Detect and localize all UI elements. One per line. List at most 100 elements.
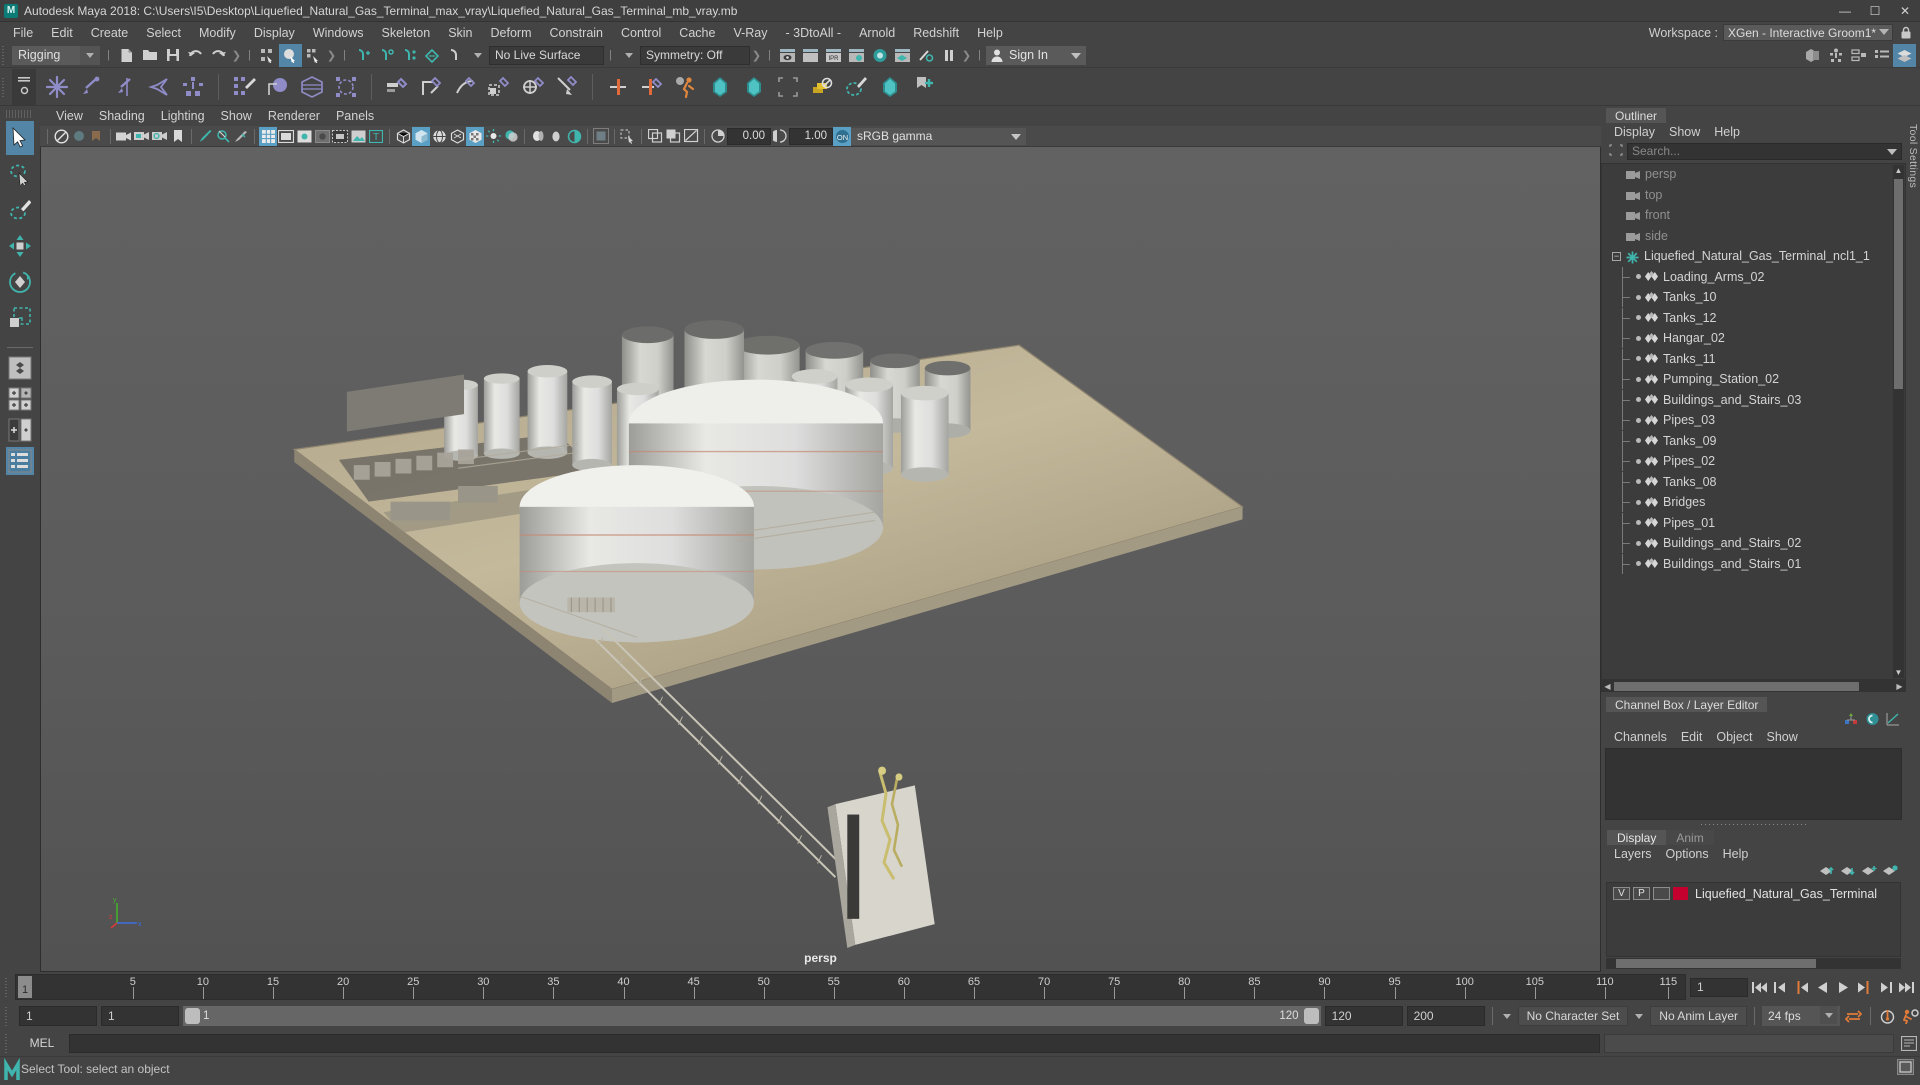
outliner-hscroll-thumb[interactable]: [1614, 682, 1859, 691]
shelf-tab-options[interactable]: [12, 68, 36, 105]
layer-horizontal-scrollbar[interactable]: [1606, 958, 1901, 969]
sign-in-button[interactable]: Sign In: [986, 45, 1086, 65]
shelf-create-deformer3-button[interactable]: [873, 70, 907, 104]
gamma-reset-icon[interactable]: [771, 127, 789, 146]
render-setup-button[interactable]: [914, 44, 937, 67]
layer-color-swatch[interactable]: [1673, 887, 1688, 900]
outliner-item-child[interactable]: Tanks_12: [1602, 307, 1905, 329]
outliner-item-child[interactable]: Pipes_01: [1602, 512, 1905, 534]
menu-set-dropdown[interactable]: Rigging: [12, 45, 100, 65]
scroll-left-arrow-icon[interactable]: ◀: [1602, 681, 1613, 691]
select-tool-button[interactable]: [6, 121, 34, 155]
auto-keyframe-toggle-icon[interactable]: [1878, 1005, 1897, 1027]
new-scene-button[interactable]: [115, 44, 138, 67]
shelf-paint-weights-button[interactable]: [839, 70, 873, 104]
shelf-selection-set-button[interactable]: [771, 70, 805, 104]
graph-editor-icon[interactable]: [1886, 712, 1900, 729]
shelf-create-joint-button[interactable]: [40, 70, 74, 104]
display-layer-list[interactable]: V P Liquefied_Natural_Gas_Terminal: [1606, 882, 1901, 957]
motion-blur-icon[interactable]: [547, 127, 565, 146]
lock-icon[interactable]: [1898, 24, 1914, 41]
exposure-reset-icon[interactable]: [709, 127, 727, 146]
create-empty-layer-icon[interactable]: [1861, 864, 1877, 880]
shelf-ik-spline-handle-button[interactable]: [108, 70, 142, 104]
ipr-render-button[interactable]: IPR: [822, 44, 845, 67]
move-tool-button[interactable]: [6, 229, 34, 263]
channelbox-menu-show[interactable]: Show: [1760, 729, 1805, 745]
ao-icon[interactable]: [529, 127, 547, 146]
layer-hscroll-thumb[interactable]: [1616, 959, 1816, 968]
save-scene-button[interactable]: [161, 44, 184, 67]
shelf-pole-vector-constraint-button[interactable]: [550, 70, 584, 104]
channelbox-attributes-area[interactable]: [1605, 748, 1902, 820]
range-slider-bar[interactable]: 1 120: [183, 1006, 1321, 1026]
command-output-field[interactable]: [1604, 1033, 1894, 1053]
film-gate-icon[interactable]: [277, 127, 295, 146]
render-settings-button[interactable]: [845, 44, 868, 67]
animation-preferences-icon[interactable]: [1901, 1005, 1920, 1027]
rotate-tool-button[interactable]: [6, 265, 34, 299]
layer-display-type-toggle[interactable]: [1653, 887, 1670, 900]
render-sequence-button[interactable]: [891, 44, 914, 67]
textured-shading-icon[interactable]: [466, 126, 484, 146]
go-to-start-button[interactable]: [1750, 976, 1769, 998]
perspective-viewport[interactable]: y x z persp: [40, 147, 1601, 972]
select-by-component-button[interactable]: [302, 44, 325, 67]
lasso-tool-button[interactable]: [6, 157, 34, 191]
command-input[interactable]: [69, 1033, 1600, 1053]
outliner-menu-show[interactable]: Show: [1662, 124, 1707, 140]
range-right-handle[interactable]: [1303, 1008, 1319, 1024]
show-hide-modeling-toolkit-icon[interactable]: [1801, 44, 1824, 67]
menu-arnold[interactable]: Arnold: [850, 24, 904, 42]
panel-menu-lighting[interactable]: Lighting: [153, 108, 213, 124]
commandline-grip[interactable]: [3, 1032, 12, 1054]
rangeslider-grip[interactable]: [3, 1005, 12, 1027]
outliner-vertical-scrollbar[interactable]: ▲ ▼: [1893, 165, 1904, 678]
open-scene-button[interactable]: [138, 44, 161, 67]
render-view-button[interactable]: [776, 44, 799, 67]
maximize-button[interactable]: ☐: [1860, 0, 1890, 22]
scroll-up-arrow-icon[interactable]: ▲: [1894, 165, 1903, 176]
view-transform-icon[interactable]: [682, 127, 700, 146]
select-by-hierarchy-button[interactable]: [256, 44, 279, 67]
redo-button[interactable]: [207, 44, 230, 67]
outliner-item-child[interactable]: Buildings_and_Stairs_01: [1602, 553, 1905, 575]
snap-to-grid-button[interactable]: [351, 44, 374, 67]
tab-outliner[interactable]: Outliner: [1606, 108, 1667, 123]
menu-skeleton[interactable]: Skeleton: [373, 24, 440, 42]
exposure-toggle-icon[interactable]: [646, 127, 664, 146]
two-pane-layout-button[interactable]: [6, 416, 34, 444]
panel-menu-panels[interactable]: Panels: [328, 108, 382, 124]
grease-pencil-erase-icon[interactable]: [232, 127, 250, 146]
gamma-field[interactable]: 1.00: [789, 127, 833, 145]
smooth-shade-all-icon[interactable]: [412, 126, 430, 146]
outliner-item-child[interactable]: Tanks_11: [1602, 348, 1905, 370]
gamma-toggle-icon[interactable]: [664, 127, 682, 146]
shelf-bind-skin-button[interactable]: [261, 70, 295, 104]
command-language-label[interactable]: MEL: [19, 1036, 65, 1050]
menu-select[interactable]: Select: [137, 24, 190, 42]
outliner-item-child[interactable]: Pipes_03: [1602, 410, 1905, 431]
animation-start-time-field[interactable]: 1: [19, 1006, 97, 1026]
range-left-handle[interactable]: [185, 1008, 200, 1024]
menu-file[interactable]: File: [4, 24, 42, 42]
multisample-aa-icon[interactable]: [592, 127, 610, 146]
snap-to-curve-button[interactable]: [374, 44, 397, 67]
collapse-expander-icon[interactable]: −: [1612, 251, 1621, 261]
character-set-dropdown-arrow[interactable]: [1500, 1013, 1514, 1019]
shelf-lattice-button[interactable]: [295, 70, 329, 104]
text-overlay-icon[interactable]: T: [367, 127, 385, 146]
undo-button[interactable]: [184, 44, 207, 67]
menu-constrain[interactable]: Constrain: [541, 24, 613, 42]
scroll-right-arrow-icon[interactable]: ▶: [1894, 681, 1905, 691]
shelf-full-body-ik-button[interactable]: [176, 70, 210, 104]
paint-select-tool-button[interactable]: [6, 193, 34, 227]
pause-render-button[interactable]: [937, 44, 960, 67]
outliner-item-top[interactable]: top: [1602, 185, 1905, 206]
wireframe-shading-icon[interactable]: [394, 127, 412, 146]
menu-windows[interactable]: Windows: [304, 24, 373, 42]
outliner-search-input[interactable]: Search...: [1627, 142, 1902, 160]
shelf-point-constraint-button[interactable]: [414, 70, 448, 104]
image-plane-icon[interactable]: [349, 127, 367, 146]
shelf-aim-constraint-button[interactable]: [516, 70, 550, 104]
